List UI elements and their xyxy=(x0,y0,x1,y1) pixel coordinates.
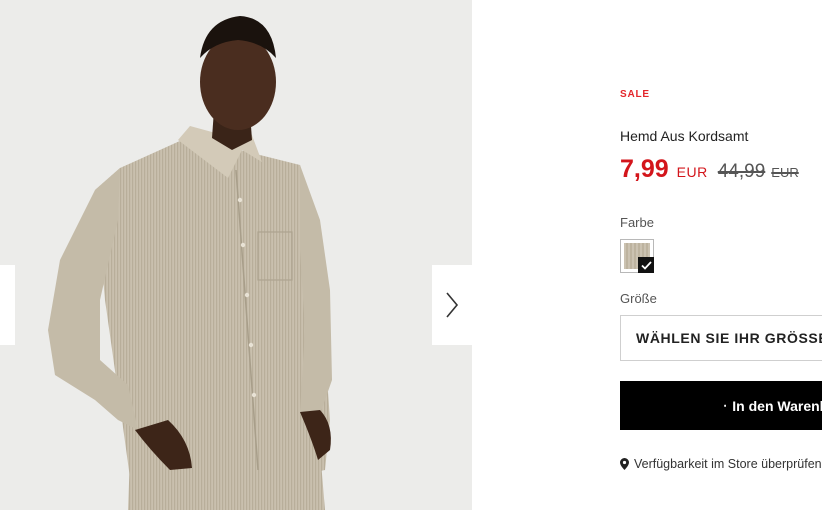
next-image-button[interactable] xyxy=(432,265,472,345)
size-select-placeholder: WÄHLEN SIE IHR GRÖSSE xyxy=(636,330,822,346)
shopping-bag-icon xyxy=(724,404,727,407)
original-price-currency: EUR xyxy=(771,165,799,180)
previous-image-button[interactable] xyxy=(0,265,15,345)
product-title: Hemd Aus Kordsamt xyxy=(620,128,749,144)
chevron-right-icon xyxy=(446,292,459,318)
original-price: 44,99 xyxy=(717,161,766,182)
size-select[interactable]: WÄHLEN SIE IHR GRÖSSE xyxy=(620,315,822,361)
store-availability-label: Verfügbarkeit im Store überprüfen xyxy=(634,457,822,471)
add-to-cart-label: In den Warenkorb xyxy=(732,397,822,414)
price-row: 7,99 EUR 44,99 EUR xyxy=(620,155,799,184)
current-price: 7,99 xyxy=(620,155,669,183)
size-label: Größe xyxy=(620,291,657,306)
sale-badge: SALE xyxy=(620,89,650,100)
color-swatch-selected[interactable] xyxy=(620,239,654,273)
current-price-currency: EUR xyxy=(676,164,708,180)
color-label: Farbe xyxy=(620,215,654,230)
map-pin-icon xyxy=(620,458,629,470)
product-photo xyxy=(0,0,472,510)
add-to-cart-button[interactable]: In den Warenkorb xyxy=(620,381,822,430)
product-info-panel: SALE Hemd Aus Kordsamt 7,99 EUR 44,99 EU… xyxy=(620,0,822,510)
check-icon xyxy=(638,257,654,273)
product-image-gallery xyxy=(0,0,472,510)
store-availability-link[interactable]: Verfügbarkeit im Store überprüfen xyxy=(620,457,822,471)
